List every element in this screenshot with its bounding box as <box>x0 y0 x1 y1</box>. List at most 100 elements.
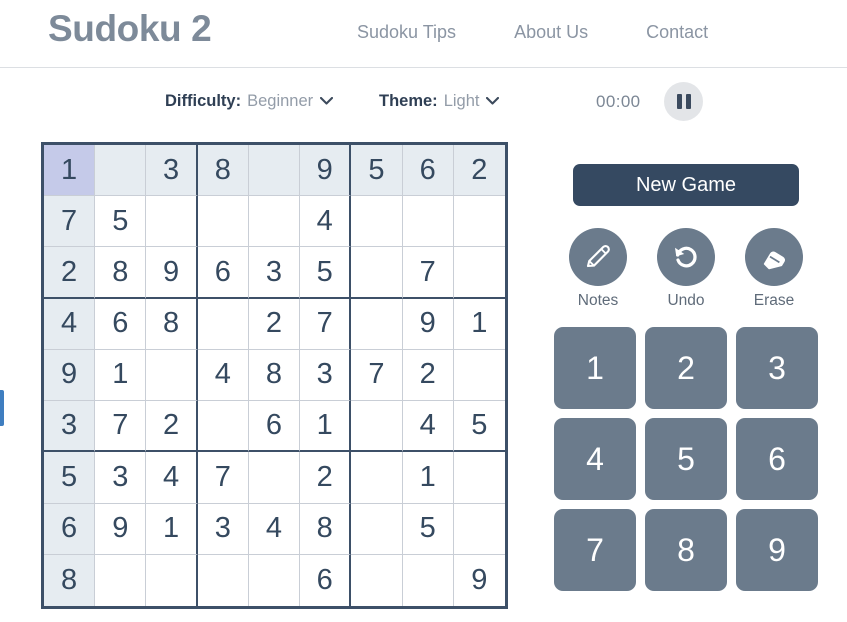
numpad-key-2[interactable]: 2 <box>645 327 727 409</box>
sudoku-cell[interactable] <box>453 503 505 555</box>
sudoku-cell[interactable]: 4 <box>146 452 198 504</box>
sudoku-cell[interactable]: 1 <box>95 349 147 402</box>
sudoku-cell[interactable]: 9 <box>44 349 96 402</box>
sudoku-cell[interactable]: 7 <box>95 401 147 453</box>
nav-link-sudoku-tips[interactable]: Sudoku Tips <box>357 22 456 43</box>
sudoku-cell[interactable]: 2 <box>44 247 96 299</box>
sudoku-cell[interactable]: 7 <box>300 298 352 350</box>
sudoku-cell[interactable] <box>197 196 249 248</box>
sudoku-cell[interactable]: 3 <box>146 145 198 197</box>
sudoku-cell[interactable]: 2 <box>300 452 352 504</box>
sudoku-cell[interactable]: 6 <box>44 503 96 555</box>
numpad-key-7[interactable]: 7 <box>554 509 636 591</box>
sudoku-cell[interactable]: 4 <box>300 196 352 248</box>
new-game-button[interactable]: New Game <box>573 164 799 206</box>
sudoku-cell[interactable]: 8 <box>300 503 352 555</box>
sudoku-cell[interactable]: 2 <box>248 298 301 350</box>
sudoku-cell[interactable]: 5 <box>351 145 403 197</box>
sudoku-cell[interactable]: 9 <box>95 503 147 555</box>
sudoku-cell[interactable]: 4 <box>44 298 96 350</box>
sudoku-cell[interactable] <box>197 298 249 350</box>
sudoku-cell[interactable]: 6 <box>300 554 352 606</box>
sudoku-cell[interactable]: 1 <box>146 503 198 555</box>
sudoku-cell[interactable] <box>146 196 198 248</box>
sudoku-cell[interactable] <box>453 349 505 402</box>
sudoku-cell[interactable]: 1 <box>402 452 454 504</box>
numpad-key-5[interactable]: 5 <box>645 418 727 500</box>
sudoku-board[interactable]: 1389562754289635746827919148372372614553… <box>41 142 508 609</box>
sudoku-cell[interactable]: 9 <box>453 554 505 606</box>
notes-button[interactable]: Notes <box>569 228 627 310</box>
sudoku-cell[interactable]: 6 <box>402 145 454 197</box>
nav-link-contact[interactable]: Contact <box>646 22 708 43</box>
sudoku-cell[interactable]: 6 <box>248 401 301 453</box>
numpad-key-9[interactable]: 9 <box>736 509 818 591</box>
sudoku-cell[interactable] <box>248 145 301 197</box>
sudoku-cell[interactable] <box>453 247 505 299</box>
sudoku-cell[interactable]: 8 <box>95 247 147 299</box>
numpad-key-4[interactable]: 4 <box>554 418 636 500</box>
sudoku-cell[interactable] <box>453 452 505 504</box>
sudoku-cell[interactable] <box>351 452 403 504</box>
sudoku-cell[interactable]: 7 <box>402 247 454 299</box>
sudoku-cell[interactable]: 3 <box>95 452 147 504</box>
sudoku-cell[interactable] <box>453 196 505 248</box>
difficulty-selector[interactable]: Difficulty: Beginner <box>165 92 334 111</box>
sudoku-cell[interactable] <box>146 554 198 606</box>
sudoku-cell[interactable] <box>351 554 403 606</box>
sudoku-cell[interactable]: 2 <box>453 145 505 197</box>
sudoku-cell[interactable]: 7 <box>44 196 96 248</box>
sudoku-cell[interactable] <box>197 401 249 453</box>
numpad-key-6[interactable]: 6 <box>736 418 818 500</box>
sudoku-cell[interactable]: 5 <box>453 401 505 453</box>
chevron-down-icon[interactable] <box>320 94 334 107</box>
sudoku-cell[interactable]: 8 <box>197 145 249 197</box>
sudoku-cell[interactable]: 3 <box>197 503 249 555</box>
sudoku-cell[interactable] <box>351 298 403 350</box>
sudoku-cell[interactable]: 8 <box>146 298 198 350</box>
sudoku-cell[interactable] <box>402 196 454 248</box>
undo-button[interactable]: Undo <box>657 228 715 310</box>
sudoku-cell[interactable]: 7 <box>351 349 403 402</box>
sudoku-cell[interactable] <box>248 554 301 606</box>
numpad-key-8[interactable]: 8 <box>645 509 727 591</box>
sudoku-cell[interactable]: 2 <box>146 401 198 453</box>
number-pad[interactable]: 123 456 789 <box>554 327 818 591</box>
sudoku-cell[interactable]: 9 <box>300 145 352 197</box>
sudoku-cell[interactable]: 7 <box>197 452 249 504</box>
sudoku-cell[interactable]: 5 <box>402 503 454 555</box>
sudoku-cell[interactable] <box>351 503 403 555</box>
pause-button[interactable] <box>664 82 703 121</box>
sudoku-cell[interactable]: 5 <box>95 196 147 248</box>
sudoku-cell[interactable] <box>197 554 249 606</box>
sudoku-cell[interactable] <box>351 196 403 248</box>
sudoku-cell[interactable]: 8 <box>44 554 96 606</box>
sudoku-cell[interactable]: 2 <box>402 349 454 402</box>
erase-button[interactable]: Erase <box>745 228 803 310</box>
sudoku-cell[interactable] <box>351 247 403 299</box>
sudoku-cell[interactable] <box>248 452 301 504</box>
sudoku-cell[interactable]: 1 <box>300 401 352 453</box>
sudoku-cell[interactable] <box>402 554 454 606</box>
sudoku-cell[interactable]: 1 <box>453 298 505 350</box>
numpad-key-1[interactable]: 1 <box>554 327 636 409</box>
nav-link-about-us[interactable]: About Us <box>514 22 588 43</box>
sudoku-cell[interactable]: 4 <box>197 349 249 402</box>
sudoku-cell[interactable]: 5 <box>44 452 96 504</box>
sudoku-cell[interactable] <box>95 554 147 606</box>
sudoku-cell[interactable] <box>95 145 147 197</box>
sudoku-cell[interactable]: 3 <box>44 401 96 453</box>
chevron-down-icon[interactable] <box>486 94 500 107</box>
numpad-key-3[interactable]: 3 <box>736 327 818 409</box>
sudoku-cell[interactable]: 4 <box>402 401 454 453</box>
sudoku-cell-selected[interactable]: 1 <box>44 145 96 197</box>
sudoku-cell[interactable] <box>248 196 301 248</box>
sudoku-cell[interactable]: 4 <box>248 503 301 555</box>
sudoku-cell[interactable]: 5 <box>300 247 352 299</box>
sudoku-cell[interactable]: 9 <box>402 298 454 350</box>
sudoku-cell[interactable] <box>146 349 198 402</box>
sudoku-cell[interactable] <box>351 401 403 453</box>
sudoku-cell[interactable]: 8 <box>248 349 301 402</box>
sudoku-cell[interactable]: 9 <box>146 247 198 299</box>
sudoku-cell[interactable]: 3 <box>248 247 301 299</box>
